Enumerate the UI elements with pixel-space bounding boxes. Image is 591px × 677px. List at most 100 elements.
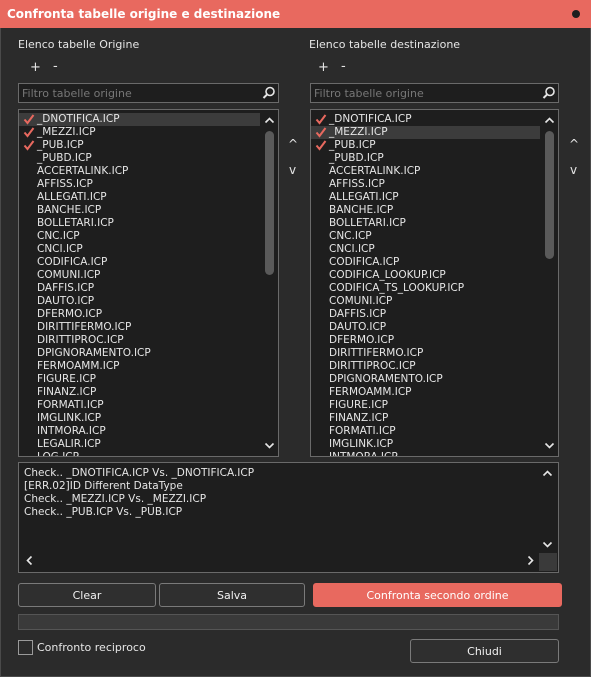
list-item[interactable]: FERMOAMM.ICP	[19, 360, 260, 373]
list-item[interactable]: FORMATI.ICP	[311, 425, 540, 438]
dest-remove-button[interactable]: -	[341, 59, 346, 74]
list-item[interactable]: BOLLETARI.ICP	[19, 217, 260, 230]
dest-move-up-button[interactable]: ^	[569, 137, 579, 151]
list-item[interactable]: BOLLETARI.ICP	[311, 217, 540, 230]
list-item[interactable]: DAFFIS.ICP	[311, 308, 540, 321]
scroll-right-icon[interactable]	[525, 555, 536, 566]
source-scrollbar[interactable]	[264, 113, 275, 453]
list-item[interactable]: _DNOTIFICA.ICP	[19, 113, 260, 126]
list-item[interactable]: LOG.ICP	[19, 451, 260, 456]
list-item[interactable]: FIGURE.ICP	[311, 399, 540, 412]
close-button[interactable]: Chiudi	[410, 639, 559, 663]
list-item[interactable]: _MEZZI.ICP	[19, 126, 260, 139]
list-item[interactable]: IMGLINK.ICP	[19, 412, 260, 425]
list-item[interactable]: _MEZZI.ICP	[311, 126, 540, 139]
list-item[interactable]: DAUTO.ICP	[19, 295, 260, 308]
list-item[interactable]: DIRITTIFERMO.ICP	[311, 347, 540, 360]
list-item[interactable]: BANCHE.ICP	[311, 204, 540, 217]
list-item[interactable]: FERMOAMM.ICP	[311, 386, 540, 399]
compare-second-order-button[interactable]: Confronta secondo ordine	[313, 583, 562, 607]
list-item[interactable]: DAUTO.ICP	[311, 321, 540, 334]
list-item[interactable]: _PUB.ICP	[311, 139, 540, 152]
source-scroll-thumb[interactable]	[265, 131, 274, 275]
list-item[interactable]: _DNOTIFICA.ICP	[311, 113, 540, 126]
list-item[interactable]: CODIFICA_TS_LOOKUP.ICP	[311, 282, 540, 295]
source-remove-button[interactable]: -	[53, 59, 58, 74]
list-item[interactable]: DAFFIS.ICP	[19, 282, 260, 295]
dest-add-button[interactable]: +	[318, 60, 329, 75]
list-item[interactable]: CNCI.ICP	[311, 243, 540, 256]
list-item[interactable]: FORMATI.ICP	[19, 399, 260, 412]
list-item-label: CODIFICA_LOOKUP.ICP	[329, 269, 446, 281]
list-item[interactable]: DIRITTIPROC.ICP	[19, 334, 260, 347]
scroll-left-icon[interactable]	[24, 555, 35, 566]
list-item[interactable]: IMGLINK.ICP	[311, 438, 540, 451]
list-item[interactable]: INTMORA.ICP	[19, 425, 260, 438]
list-item[interactable]: LEGALIR.ICP	[19, 438, 260, 451]
list-item[interactable]: DIRITTIPROC.ICP	[311, 360, 540, 373]
checkmark-icon[interactable]	[315, 113, 327, 126]
list-item[interactable]: FINANZ.ICP	[311, 412, 540, 425]
dest-filter-field[interactable]	[310, 83, 559, 103]
search-icon[interactable]	[260, 84, 278, 102]
list-item[interactable]: _PUBD.ICP	[311, 152, 540, 165]
dest-table-list[interactable]: _DNOTIFICA.ICP _MEZZI.ICP _PUB.ICP _PUBD.IC…	[310, 109, 559, 457]
list-item[interactable]: AFFISS.ICP	[311, 178, 540, 191]
source-move-up-button[interactable]: ^	[288, 137, 298, 151]
list-item[interactable]: FINANZ.ICP	[19, 386, 260, 399]
source-add-button[interactable]: +	[30, 60, 41, 75]
scroll-up-icon[interactable]	[544, 115, 555, 126]
list-item-label: DAFFIS.ICP	[329, 308, 387, 320]
list-item[interactable]: BANCHE.ICP	[19, 204, 260, 217]
list-item[interactable]: DPIGNORAMENTO.ICP	[311, 373, 540, 386]
list-item[interactable]: DPIGNORAMENTO.ICP	[19, 347, 260, 360]
checkmark-icon[interactable]	[315, 126, 327, 139]
list-item-label: BOLLETARI.ICP	[37, 217, 114, 229]
checkmark-icon[interactable]	[23, 113, 35, 126]
search-icon[interactable]	[540, 84, 558, 102]
save-button[interactable]: Salva	[159, 583, 305, 607]
source-move-down-button[interactable]: v	[289, 163, 296, 177]
list-item[interactable]: FIGURE.ICP	[19, 373, 260, 386]
list-item[interactable]: CNC.ICP	[19, 230, 260, 243]
list-item[interactable]: COMUNI.ICP	[19, 269, 260, 282]
reciprocal-checkbox[interactable]	[18, 640, 33, 655]
dest-filter-input[interactable]	[311, 84, 540, 102]
window-menu-dot[interactable]	[572, 10, 580, 18]
checkmark-icon[interactable]	[23, 139, 35, 152]
list-item[interactable]: _PUBD.ICP	[19, 152, 260, 165]
list-item[interactable]: ACCERTALINK.ICP	[19, 165, 260, 178]
list-item[interactable]: ACCERTALINK.ICP	[311, 165, 540, 178]
dest-move-down-button[interactable]: v	[570, 163, 577, 177]
scroll-down-icon[interactable]	[544, 440, 555, 451]
list-item[interactable]: CODIFICA_LOOKUP.ICP	[311, 269, 540, 282]
dest-scroll-thumb[interactable]	[545, 131, 554, 259]
list-item[interactable]: COMUNI.ICP	[311, 295, 540, 308]
list-item[interactable]: AFFISS.ICP	[19, 178, 260, 191]
list-item[interactable]: ALLEGATI.ICP	[19, 191, 260, 204]
list-item[interactable]: CODIFICA.ICP	[19, 256, 260, 269]
comparison-log[interactable]: Check.. _DNOTIFICA.ICP Vs. _DNOTIFICA.IC…	[18, 462, 559, 573]
list-item[interactable]: _PUB.ICP	[19, 139, 260, 152]
list-item-label: BOLLETARI.ICP	[329, 217, 406, 229]
clear-button[interactable]: Clear	[18, 583, 156, 607]
dest-scrollbar[interactable]	[544, 113, 555, 453]
list-item[interactable]: CODIFICA.ICP	[311, 256, 540, 269]
list-item[interactable]: CNCI.ICP	[19, 243, 260, 256]
scroll-up-icon[interactable]	[542, 468, 553, 479]
source-filter-input[interactable]	[19, 84, 260, 102]
checkmark-icon[interactable]	[23, 126, 35, 139]
source-filter-field[interactable]	[18, 83, 279, 103]
scroll-down-icon[interactable]	[542, 539, 553, 550]
list-item[interactable]: CNC.ICP	[311, 230, 540, 243]
list-item[interactable]: DIRITTIFERMO.ICP	[19, 321, 260, 334]
list-item[interactable]: ALLEGATI.ICP	[311, 191, 540, 204]
scroll-down-icon[interactable]	[264, 440, 275, 451]
checkmark-icon[interactable]	[315, 139, 327, 152]
source-table-list[interactable]: _DNOTIFICA.ICP _MEZZI.ICP _PUB.ICP _PUBD.IC…	[18, 109, 279, 457]
list-item[interactable]: DFERMO.ICP	[311, 334, 540, 347]
list-item[interactable]: INTMORA.ICP	[311, 451, 540, 456]
list-item[interactable]: DFERMO.ICP	[19, 308, 260, 321]
list-item-label: FINANZ.ICP	[37, 386, 97, 398]
scroll-up-icon[interactable]	[264, 115, 275, 126]
